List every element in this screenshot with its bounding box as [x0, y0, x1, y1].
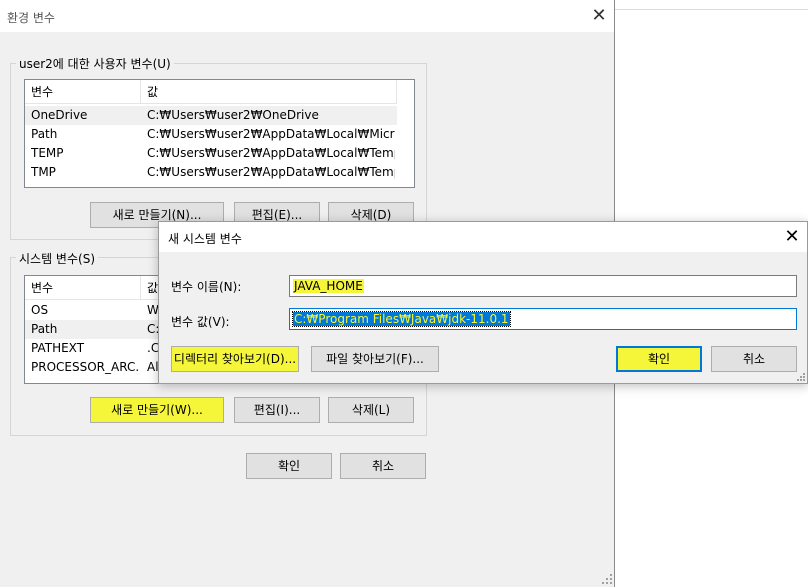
variable-name-value: JAVA_HOME [293, 279, 364, 293]
new-var-dialog-close-icon[interactable]: ✕ [779, 225, 805, 249]
variable-value: C:₩Users₩user2₩OneDrive [147, 108, 319, 122]
variable-value-input[interactable]: C:₩Program Files₩Java₩jdk-11.0.1 [289, 308, 797, 330]
new-var-cancel-button[interactable]: 취소 [711, 346, 797, 372]
background-divider [615, 9, 808, 10]
variable-name: TEMP [31, 146, 64, 160]
variable-name: OneDrive [31, 108, 88, 122]
env-ok-button[interactable]: 확인 [246, 453, 332, 479]
env-cancel-button[interactable]: 취소 [340, 453, 426, 479]
variable-value: C:₩Users₩user2₩AppData₩Local₩Microso... [147, 127, 395, 141]
user-variables-list[interactable]: 변수 값 OneDrive C:₩Users₩user2₩OneDrive Pa… [24, 79, 415, 188]
table-row[interactable]: TEMP C:₩Users₩user2₩AppData₩Local₩Temp [25, 144, 397, 163]
new-var-dialog-title: 새 시스템 변수 [168, 232, 242, 246]
system-edit-button[interactable]: 편집(I)... [234, 397, 320, 423]
env-dialog-close-icon[interactable]: ✕ [586, 4, 612, 28]
env-dialog-title: 환경 변수 [7, 11, 55, 25]
browse-file-button[interactable]: 파일 찾아보기(F)... [311, 346, 439, 372]
system-new-button[interactable]: 새로 만들기(W)... [90, 397, 224, 423]
column-header-variable[interactable]: 변수 [25, 276, 141, 300]
system-delete-button[interactable]: 삭제(L) [328, 397, 414, 423]
new-var-ok-button[interactable]: 확인 [616, 346, 702, 372]
new-var-dialog-titlebar[interactable]: 새 시스템 변수 ✕ [159, 222, 807, 252]
user-variables-list-header: 변수 값 [25, 80, 397, 104]
variable-name: PATHEXT [31, 341, 85, 355]
variable-value: C:₩Users₩user2₩AppData₩Local₩Temp [147, 146, 395, 160]
variable-name: TMP [31, 165, 56, 179]
variable-value-label: 변수 값(V): [171, 315, 230, 329]
variable-name: Path [31, 127, 58, 141]
browse-directory-button[interactable]: 디렉터리 찾아보기(D)... [171, 346, 299, 372]
table-row[interactable]: Path C:₩Users₩user2₩AppData₩Local₩Micros… [25, 125, 397, 144]
resize-grip-icon[interactable] [602, 574, 613, 585]
column-header-variable[interactable]: 변수 [25, 80, 141, 104]
variable-name: PROCESSOR_ARC... [31, 360, 139, 374]
user-variables-group-label: user2에 대한 사용자 변수(U) [16, 55, 174, 72]
table-row[interactable]: TMP C:₩Users₩user2₩AppData₩Local₩Temp [25, 163, 397, 182]
variable-name: Path [31, 322, 58, 336]
variable-name: OS [31, 303, 49, 317]
variable-value-selected-text: C:₩Program Files₩Java₩jdk-11.0.1 [292, 311, 511, 327]
resize-grip-icon[interactable] [797, 373, 806, 382]
system-variables-group-label: 시스템 변수(S) [16, 250, 98, 267]
variable-name-input[interactable]: JAVA_HOME [289, 275, 797, 297]
variable-value: C:₩Users₩user2₩AppData₩Local₩Temp [147, 165, 395, 179]
new-system-variable-dialog: 새 시스템 변수 ✕ 변수 이름(N): JAVA_HOME 변수 값(V): … [158, 221, 808, 384]
column-header-value[interactable]: 값 [141, 80, 397, 104]
variable-name-label: 변수 이름(N): [171, 280, 242, 294]
table-row[interactable]: OneDrive C:₩Users₩user2₩OneDrive [25, 106, 397, 125]
env-dialog-titlebar[interactable]: 환경 변수 ✕ [0, 0, 614, 32]
